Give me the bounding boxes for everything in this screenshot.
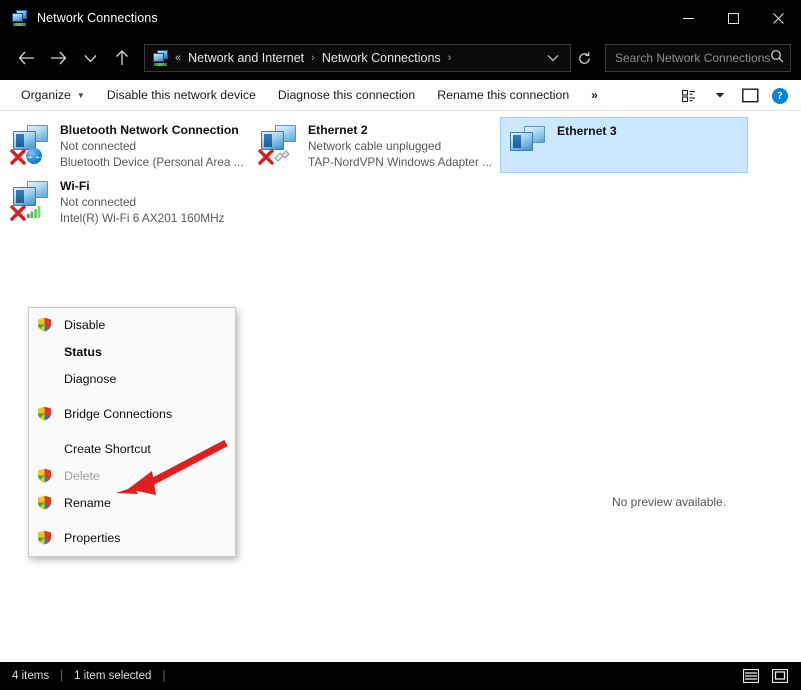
- status-separator: |: [60, 670, 64, 682]
- breadcrumb-separator-icon[interactable]: ›: [311, 52, 315, 64]
- layout-view-icon[interactable]: [675, 82, 705, 109]
- shield-icon: [37, 495, 59, 510]
- view-dropdown-chevron-down-icon[interactable]: [705, 82, 735, 109]
- context-menu-item-properties[interactable]: Properties: [29, 524, 235, 551]
- selection-count: 1 item selected: [74, 670, 152, 682]
- connection-name: Ethernet 2: [308, 123, 368, 137]
- context-menu-item-diagnose[interactable]: Diagnose: [29, 365, 235, 392]
- context-menu-item-create-shortcut[interactable]: Create Shortcut: [29, 435, 235, 462]
- chevron-down-icon[interactable]: [540, 45, 566, 71]
- context-menu-item-rename[interactable]: Rename: [29, 489, 235, 516]
- disable-network-device-button[interactable]: Disable this network device: [96, 80, 267, 111]
- status-separator-2: |: [162, 670, 166, 682]
- network-connections-icon: [12, 10, 28, 26]
- shield-icon: [37, 317, 59, 332]
- context-menu: Disable Status Diagnose Bridge Connectio…: [28, 307, 236, 557]
- breadcrumb[interactable]: « Network and Internet › Network Connect…: [144, 44, 571, 72]
- context-menu-item-disable[interactable]: Disable: [29, 311, 235, 338]
- connection-item-ethernet-3[interactable]: Ethernet 3: [500, 117, 748, 173]
- address-bar: « Network and Internet › Network Connect…: [0, 36, 801, 80]
- shield-icon: [37, 406, 59, 421]
- disconnected-x-icon: [10, 205, 26, 221]
- shield-icon: [37, 530, 59, 545]
- up-arrow-icon[interactable]: [106, 43, 138, 73]
- search-box[interactable]: Search Network Connections: [605, 44, 791, 72]
- connection-status: Not connected: [60, 139, 137, 153]
- back-arrow-icon[interactable]: [10, 43, 42, 73]
- context-menu-item-delete: Delete: [29, 462, 235, 489]
- chevron-down-icon: ▼: [76, 90, 85, 100]
- breadcrumb-item-network-connections[interactable]: Network Connections: [322, 51, 441, 65]
- network-adapter-icon: →←: [10, 123, 54, 165]
- context-menu-item-status[interactable]: Status: [29, 338, 235, 365]
- context-menu-label: Bridge Connections: [64, 406, 173, 421]
- title-bar: Network Connections: [0, 0, 801, 36]
- maximize-button[interactable]: [711, 0, 756, 36]
- diagnose-connection-button[interactable]: Diagnose this connection: [267, 80, 426, 111]
- connections-list: →← Bluetooth Network Connection Not conn…: [0, 111, 801, 662]
- context-menu-label: Diagnose: [64, 371, 117, 386]
- breadcrumb-overflow-icon[interactable]: «: [175, 52, 181, 64]
- connection-item-wifi[interactable]: Wi-Fi Not connected Intel(R) Wi-Fi 6 AX2…: [4, 173, 252, 229]
- command-overflow-button[interactable]: »: [580, 80, 609, 111]
- forward-arrow-icon[interactable]: [42, 43, 74, 73]
- search-icon[interactable]: [770, 49, 784, 68]
- preview-pane-icon[interactable]: [735, 82, 765, 109]
- network-connections-window: Network Connections « Network and Intern…: [0, 0, 801, 690]
- bluetooth-icon: →←: [23, 148, 45, 165]
- item-count: 4 items: [12, 670, 50, 682]
- connection-name: Ethernet 3: [557, 124, 617, 138]
- context-menu-label: Properties: [64, 530, 121, 545]
- connection-device: Intel(R) Wi-Fi 6 AX201 160MHz: [60, 211, 225, 225]
- context-menu-item-bridge-connections[interactable]: Bridge Connections: [29, 400, 235, 427]
- network-adapter-icon: [507, 124, 551, 164]
- help-glyph: ?: [772, 87, 788, 104]
- breadcrumb-item-network-and-internet[interactable]: Network and Internet: [188, 51, 304, 65]
- shield-icon: [37, 468, 59, 483]
- large-icons-view-icon[interactable]: [767, 665, 793, 687]
- preview-message: No preview available.: [612, 495, 727, 509]
- network-adapter-icon: [10, 179, 54, 221]
- connection-status: Not connected: [60, 195, 137, 209]
- breadcrumb-separator-icon-2[interactable]: ›: [448, 52, 452, 64]
- status-bar: 4 items | 1 item selected |: [0, 662, 801, 690]
- connection-status: Network cable unplugged: [308, 139, 442, 153]
- connection-item-ethernet-2[interactable]: Ethernet 2 Network cable unplugged TAP-N…: [252, 117, 500, 173]
- context-menu-label: Disable: [64, 317, 106, 332]
- wifi-signal-icon: [26, 204, 43, 221]
- context-menu-label: Status: [64, 344, 102, 359]
- context-menu-label: Rename: [64, 495, 111, 510]
- connection-device: TAP-NordVPN Windows Adapter ...: [308, 155, 493, 169]
- context-menu-label: Create Shortcut: [64, 441, 151, 456]
- context-menu-label: Delete: [64, 468, 100, 483]
- connection-name: Bluetooth Network Connection: [60, 123, 239, 137]
- connection-device: Bluetooth Device (Personal Area ...: [60, 155, 244, 169]
- details-view-icon[interactable]: [738, 665, 764, 687]
- help-icon[interactable]: ?: [765, 82, 795, 109]
- command-bar: Organize ▼ Disable this network device D…: [0, 80, 801, 111]
- unplugged-cable-icon: [274, 148, 291, 165]
- organize-label: Organize: [21, 88, 71, 102]
- rename-connection-button[interactable]: Rename this connection: [426, 80, 580, 111]
- refresh-icon[interactable]: [571, 45, 597, 71]
- window-title: Network Connections: [37, 11, 158, 25]
- close-button[interactable]: [756, 0, 801, 36]
- search-input[interactable]: Search Network Connections: [615, 51, 770, 65]
- view-controls: ?: [675, 80, 795, 111]
- minimize-button[interactable]: [666, 0, 711, 36]
- organize-button[interactable]: Organize ▼: [10, 80, 96, 111]
- window-controls: [666, 0, 801, 36]
- connection-item-bluetooth[interactable]: →← Bluetooth Network Connection Not conn…: [4, 117, 252, 173]
- breadcrumb-network-icon: [153, 50, 169, 66]
- connection-items: →← Bluetooth Network Connection Not conn…: [0, 111, 801, 229]
- network-adapter-icon: [258, 123, 302, 165]
- disconnected-x-icon: [258, 149, 274, 165]
- connection-name: Wi-Fi: [60, 179, 90, 193]
- status-view-buttons: [735, 662, 793, 690]
- recent-locations-icon[interactable]: [74, 43, 106, 73]
